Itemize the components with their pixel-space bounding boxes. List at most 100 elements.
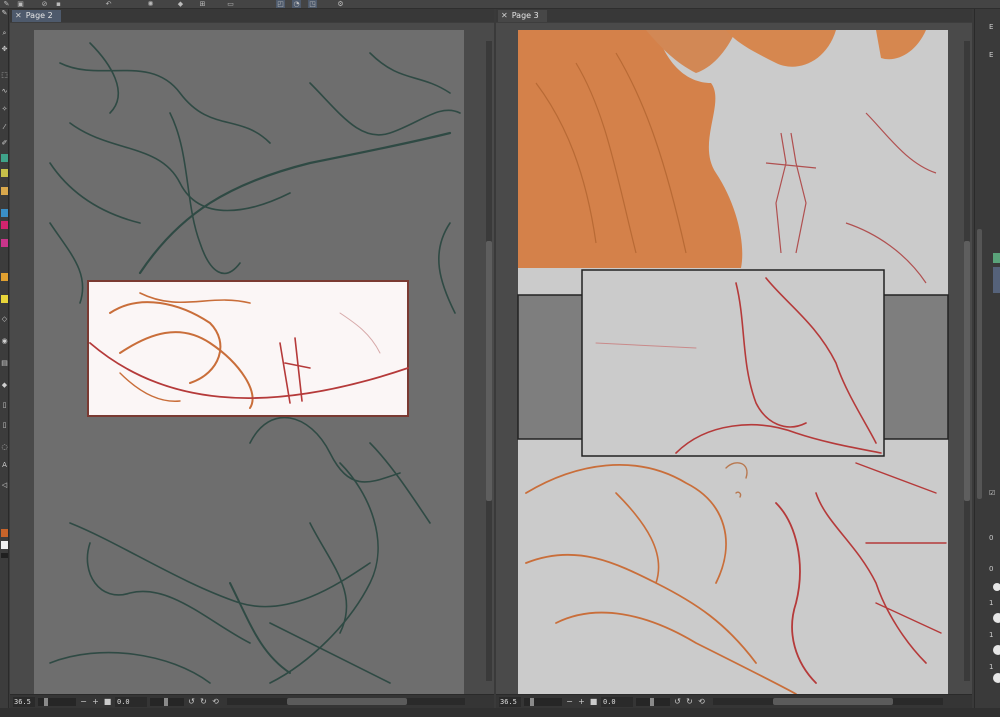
brush-size-dot[interactable] (993, 613, 1000, 623)
zoom-slider-knob[interactable] (44, 697, 48, 706)
zoom-slider[interactable] (38, 697, 76, 706)
scrollbar-thumb[interactable] (486, 241, 492, 501)
gradient-icon[interactable]: ▤ (0, 359, 9, 368)
rotate-left-icon[interactable]: ↺ (673, 697, 682, 707)
close-tab-icon[interactable]: ✕ (15, 10, 22, 22)
pen-icon[interactable]: ✎ (0, 9, 9, 18)
vertical-scrollbar[interactable] (486, 41, 492, 681)
layer-thumbnail[interactable] (993, 253, 1000, 263)
shape-icon[interactable]: ◆ (0, 381, 9, 390)
fit-view-icon[interactable]: ■ (103, 697, 112, 707)
rotation-slider-knob[interactable] (650, 697, 654, 706)
zoom-slider[interactable] (524, 697, 562, 706)
color-swatch-lemon[interactable] (1, 295, 8, 303)
dock-label: E (989, 23, 994, 31)
inset-panel-frame[interactable] (581, 269, 885, 457)
layer-icon[interactable]: ▣ (16, 0, 25, 8)
zoom-slider-knob[interactable] (530, 697, 534, 706)
status-bar: 36.5 − + ■ 0.0 ↺ ↻ ⟲ (10, 694, 494, 708)
operation-icon[interactable]: ◁ (0, 481, 9, 490)
color-swatch-orange[interactable] (1, 273, 8, 281)
right-dock: E E ☑ 0 0 1 1 1 (974, 9, 1000, 708)
zoom-field[interactable]: 36.5 (13, 696, 35, 707)
vertical-scrollbar[interactable] (964, 41, 970, 681)
zoom-out-icon[interactable]: − (565, 697, 574, 707)
color-swatch-gold[interactable] (1, 187, 8, 195)
undo-icon[interactable]: ↶ (104, 0, 113, 8)
brush-size-dot[interactable] (993, 645, 1000, 655)
reset-rotation-icon[interactable]: ⟲ (697, 697, 706, 707)
brush-icon[interactable]: ✐ (0, 139, 9, 148)
rotate-left-icon[interactable]: ↺ (187, 697, 196, 707)
zoom-out-icon[interactable]: − (79, 697, 88, 707)
brush-icon[interactable]: ✎ (2, 0, 11, 8)
close-tab-icon[interactable]: ✕ (501, 10, 508, 22)
ruler-icon[interactable]: ▯ (0, 421, 9, 430)
clear-icon[interactable]: ⊘ (40, 0, 49, 8)
snap-curve-icon[interactable]: ◔ (292, 0, 301, 8)
sub-color-swatch[interactable] (1, 541, 8, 549)
rotation-field[interactable]: 0.0 (601, 696, 633, 707)
settings-icon[interactable]: ⚙ (336, 0, 345, 8)
transparent-color-swatch[interactable] (1, 553, 8, 558)
tab-label: Page 2 (25, 11, 53, 20)
balloon-icon[interactable]: ◌ (0, 443, 9, 452)
bottom-strip (0, 708, 1000, 717)
wand-icon[interactable]: ✧ (0, 105, 9, 114)
rotate-right-icon[interactable]: ↻ (199, 697, 208, 707)
hscroll-thumb[interactable] (287, 698, 407, 705)
canvas-viewport[interactable] (496, 23, 972, 694)
page-2-canvas[interactable] (10, 23, 494, 694)
canvas-viewport[interactable] (10, 23, 494, 694)
fill-icon[interactable]: ◉ (0, 337, 9, 346)
color-swatch-magenta[interactable] (1, 221, 8, 229)
tab-bar: ✕ Page 2 (10, 9, 494, 22)
rotation-slider[interactable] (636, 697, 670, 706)
fill-icon[interactable]: ▪ (54, 0, 63, 8)
horizontal-scrollbar[interactable] (713, 698, 943, 705)
snap-grid-icon[interactable]: ◳ (308, 0, 317, 8)
hscroll-thumb[interactable] (773, 698, 893, 705)
scrollbar-thumb[interactable] (964, 241, 970, 501)
eraser-icon[interactable]: ◆ (176, 0, 185, 8)
color-swatch-teal[interactable] (1, 154, 8, 162)
tab-page-3[interactable]: ✕ Page 3 (498, 10, 547, 22)
panel-frame[interactable] (87, 280, 409, 417)
tab-page-2[interactable]: ✕ Page 2 (12, 10, 61, 22)
color-swatch-blue[interactable] (1, 209, 8, 217)
frame-icon[interactable]: ▯ (0, 401, 9, 410)
selection-icon[interactable]: ⬚ (0, 71, 9, 80)
rotate-right-icon[interactable]: ↻ (685, 697, 694, 707)
brush-size-dot[interactable] (993, 583, 1000, 591)
dock-label: E (989, 51, 994, 59)
color-swatch-yellow[interactable] (1, 169, 8, 177)
rotation-slider[interactable] (150, 697, 184, 706)
dock-label: 0 (989, 565, 994, 573)
zoom-in-icon[interactable]: + (577, 697, 586, 707)
fit-view-icon[interactable]: ■ (589, 697, 598, 707)
reset-rotation-icon[interactable]: ⟲ (211, 697, 220, 707)
zoom-field[interactable]: 36.5 (499, 696, 521, 707)
app-window: ✎ ▣ ⊘ ▪ ↶ ✺ ◆ ⊞ ▭ ◰ ◔ ◳ ⚙ ✎ ⌕ ✥ ⬚ ∿ ✧ ⁄ … (0, 0, 1000, 717)
brush-size-dot[interactable] (993, 673, 1000, 683)
text-icon[interactable]: A (0, 461, 9, 470)
rotation-field[interactable]: 0.0 (115, 696, 147, 707)
color-swatch-pink[interactable] (1, 239, 8, 247)
lasso-icon[interactable]: ∿ (0, 87, 9, 96)
dock-scrollbar[interactable] (977, 229, 982, 499)
move-icon[interactable]: ✥ (0, 45, 9, 54)
zoom-in-icon[interactable]: + (91, 697, 100, 707)
eyedropper-icon[interactable]: ⁄ (0, 123, 9, 132)
rotation-slider-knob[interactable] (164, 697, 168, 706)
page-3-canvas[interactable] (496, 23, 972, 694)
transform-icon[interactable]: ⊞ (198, 0, 207, 8)
horizontal-scrollbar[interactable] (227, 698, 465, 705)
sparkle-icon[interactable]: ✺ (146, 0, 155, 8)
snap-icon[interactable]: ◰ (276, 0, 285, 8)
selected-layer[interactable] (993, 267, 1000, 293)
zoom-icon[interactable]: ⌕ (0, 29, 9, 38)
main-color-swatch[interactable] (1, 529, 8, 537)
checkbox-icon[interactable]: ☑ (989, 489, 995, 497)
eraser-icon[interactable]: ◇ (0, 315, 9, 324)
ruler-icon[interactable]: ▭ (226, 0, 235, 8)
